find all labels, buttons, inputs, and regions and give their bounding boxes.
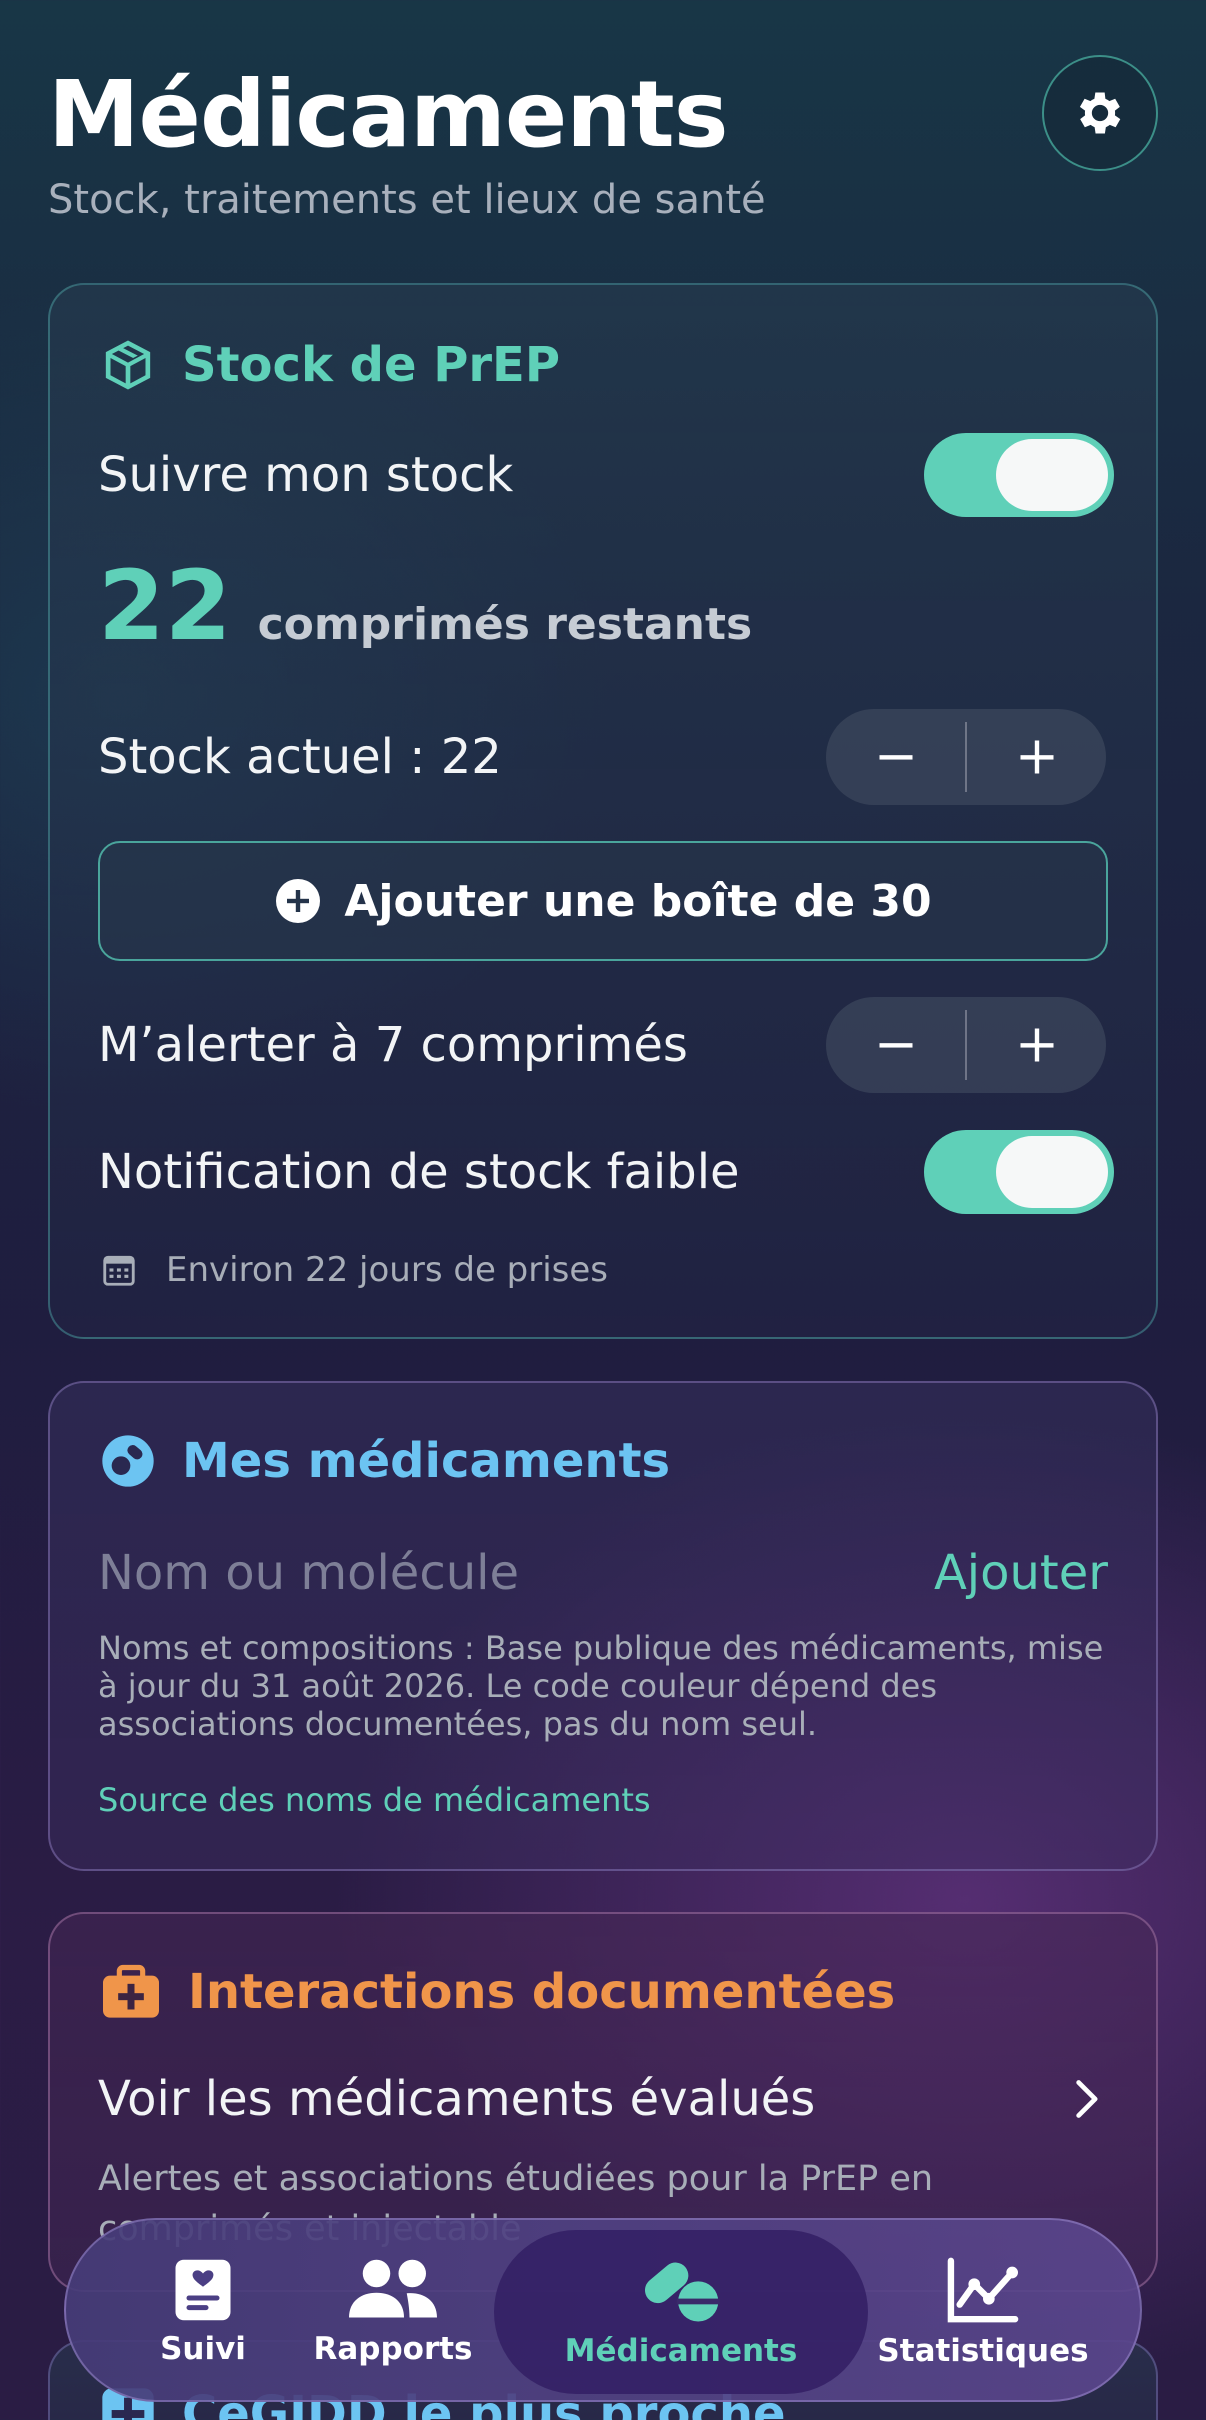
tab-suivi-label: Suivi [160, 2331, 246, 2367]
medications-card-header: Mes médicaments [100, 1433, 670, 1489]
toggle-knob [996, 1136, 1108, 1208]
box-icon [105, 340, 151, 390]
calendar-icon [103, 1255, 135, 1286]
settings-button[interactable] [1042, 55, 1158, 171]
tab-rapports[interactable]: Rapports [298, 2220, 488, 2404]
people-icon [349, 2259, 437, 2318]
tab-medicaments-label: Médicaments [564, 2333, 798, 2369]
increment-stock-button[interactable] [967, 709, 1106, 805]
current-stock-row: Stock actuel : 22 [98, 709, 1108, 805]
medications-card-title: Mes médicaments [182, 1433, 671, 1489]
minus-icon [879, 1043, 912, 1048]
decrement-alert-button[interactable] [826, 997, 965, 1093]
tab-medicaments[interactable]: Médicaments [494, 2220, 868, 2404]
low-stock-toggle[interactable] [924, 1130, 1114, 1214]
toggle-knob [996, 439, 1108, 511]
plus-circle-icon [276, 879, 321, 923]
track-stock-row: Suivre mon stock [98, 430, 1114, 520]
evaluated-medications-label: Voir les médicaments évalués [98, 2071, 816, 2127]
pills-tab-icon [644, 2262, 720, 2322]
low-stock-label: Notification de stock faible [98, 1144, 740, 1200]
tab-suivi[interactable]: Suivi [118, 2220, 288, 2404]
remaining-count: 22 [98, 550, 232, 662]
line-chart-icon [947, 2257, 1019, 2323]
journal-icon [175, 2259, 231, 2321]
estimate-text: Environ 22 jours de prises [166, 1250, 609, 1290]
increment-alert-button[interactable] [967, 997, 1106, 1093]
evaluated-medications-row[interactable]: Voir les médicaments évalués [98, 2054, 1108, 2144]
plus-icon [1020, 1028, 1053, 1062]
alert-threshold-label: M’alerter à 7 comprimés [98, 1017, 688, 1073]
estimate-row: Environ 22 jours de prises [98, 1245, 1108, 1295]
medication-source-link[interactable]: Source des noms de médicaments [98, 1781, 651, 1819]
minus-icon [879, 755, 912, 760]
track-stock-label: Suivre mon stock [98, 447, 514, 503]
tab-statistiques-label: Statistiques [877, 2333, 1089, 2369]
alert-threshold-row: M’alerter à 7 comprimés [98, 997, 1108, 1093]
add-box-label: Ajouter une boîte de 30 [344, 875, 932, 927]
interactions-card-header: Interactions documentées [100, 1964, 895, 2020]
track-stock-toggle[interactable] [924, 433, 1114, 517]
stock-card-header: Stock de PrEP [100, 337, 560, 393]
page-title: Médicaments [48, 61, 728, 168]
alert-stepper [826, 997, 1106, 1093]
medical-kit-icon [103, 1964, 159, 2018]
interactions-card-title: Interactions documentées [188, 1964, 896, 2020]
medication-search-input[interactable]: Nom ou molécule [98, 1545, 519, 1601]
plus-icon [1020, 740, 1053, 774]
low-stock-row: Notification de stock faible [98, 1127, 1114, 1217]
page-subtitle: Stock, traitements et lieux de santé [48, 177, 766, 223]
page-header: Médicaments Stock, traitements et lieux … [48, 55, 1158, 245]
medications-card: Mes médicaments Nom ou molécule Ajouter … [48, 1381, 1158, 1871]
stock-card: Stock de PrEP Suivre mon stock 22 compri… [48, 283, 1158, 1339]
pills-icon [102, 1435, 154, 1487]
gear-icon [1079, 92, 1121, 134]
add-medication-button[interactable]: Ajouter [934, 1545, 1108, 1601]
bottom-tab-bar: Suivi Rapports Médicaments Statistiques [64, 2218, 1142, 2402]
stock-stepper [826, 709, 1106, 805]
remaining-row: 22 comprimés restants [98, 550, 1108, 670]
medications-info-text: Noms et compositions : Base publique des… [98, 1629, 1104, 1743]
decrement-stock-button[interactable] [826, 709, 965, 805]
chevron-right-icon [1076, 2080, 1098, 2118]
tab-statistiques[interactable]: Statistiques [868, 2220, 1098, 2404]
tab-rapports-label: Rapports [313, 2331, 473, 2367]
stock-card-title: Stock de PrEP [182, 337, 561, 393]
add-box-button[interactable]: Ajouter une boîte de 30 [98, 841, 1108, 961]
remaining-suffix: comprimés restants [257, 599, 753, 650]
add-medication-row: Nom ou molécule Ajouter [98, 1533, 1108, 1613]
current-stock-label: Stock actuel : 22 [98, 729, 502, 785]
